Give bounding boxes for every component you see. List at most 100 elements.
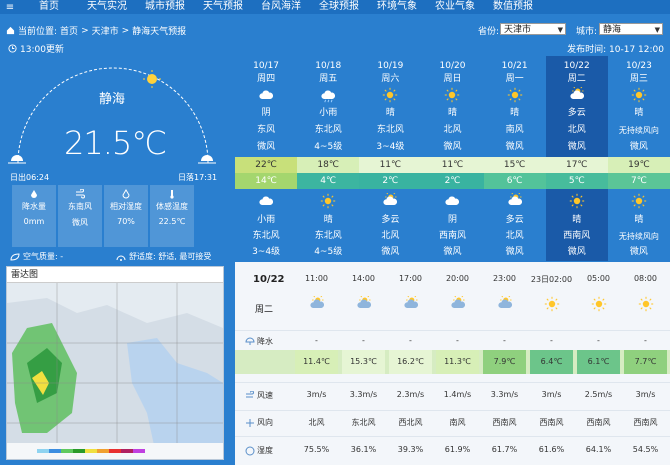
- day-weather: 晴: [634, 108, 644, 118]
- hour-wind-speed: 3.3m/s: [490, 390, 519, 399]
- day-wind: 微风: [567, 142, 586, 152]
- high-temp: 18℃: [297, 157, 360, 173]
- wind-direction-icon: [246, 418, 254, 427]
- day-wind: 3~4级: [376, 142, 405, 152]
- forecast-day-10-20[interactable]: 10/20 周日 晴 北风 微风 11℃ 2℃ 阴 西南风 微风: [421, 56, 484, 261]
- province-select[interactable]: 天津市 ▼: [500, 23, 566, 35]
- sun-icon: [622, 296, 669, 312]
- high-temp: 17℃: [545, 157, 608, 173]
- hour-temp: 6.1℃: [577, 350, 620, 374]
- nav-environment[interactable]: 环境气象: [368, 0, 426, 14]
- forecast-date: 10/19: [377, 61, 404, 71]
- forecast-date: 10/17: [253, 61, 280, 71]
- hour-wind-speed: 1.4m/s: [443, 390, 472, 399]
- hour-precip: -: [644, 336, 647, 345]
- partly-cloudy-icon: [481, 296, 528, 312]
- card-label: 降水量: [22, 202, 46, 211]
- day-wind: 微风: [629, 142, 648, 152]
- top-nav: ≡ 首页 天气实况 城市预报 天气预报 台风海洋 全球预报 环境气象 农业气象 …: [0, 0, 670, 14]
- low-temp: 6℃: [483, 173, 546, 189]
- nav-city-forecast[interactable]: 城市预报: [136, 0, 194, 14]
- forecast-day-10-19[interactable]: 10/19 周六 晴 东北风 3~4级 11℃ 2℃ 多云 北风 微风: [359, 56, 422, 261]
- high-temp: 11℃: [421, 157, 484, 173]
- city-select[interactable]: 静海 ▼: [599, 23, 663, 35]
- forecast-date: 10/20: [439, 61, 466, 71]
- hour-temp: 15.3℃: [342, 350, 385, 374]
- hour-wind-dir: 西北风: [398, 418, 423, 427]
- comfort-text: 舒适度: 舒适, 最可接受: [129, 252, 212, 261]
- nav-live[interactable]: 天气实况: [78, 0, 136, 14]
- forecast-day-10-23[interactable]: 10/23 周三 晴 无持续风向 微风 19℃ 7℃ 晴 无持续风向 微风: [607, 56, 670, 261]
- hour-precip: -: [550, 336, 553, 345]
- hour-wind-dir: 西南风: [539, 418, 564, 427]
- hour-wind-dir: 西南风: [492, 418, 517, 427]
- breadcrumb: 当前位置: 首页 > 天津市 > 静海天气预报: [6, 24, 186, 37]
- chevron-down-icon: ▼: [557, 26, 563, 34]
- hourly-forecast: 10/22 周二 降水 气温 风速 风向 湿度 11:00 - 11.4℃ 3m…: [235, 262, 670, 465]
- air-quality-text: 空气质量: -: [23, 252, 64, 261]
- humidity-label: 湿度: [257, 446, 273, 455]
- low-temp: 2℃: [421, 173, 484, 189]
- card-label: 相对湿度: [110, 202, 142, 211]
- day-weather: 多云: [567, 108, 586, 118]
- hour-wind-speed: 3m/s: [541, 390, 562, 399]
- day-wind-dir: 无持续风向: [618, 126, 659, 135]
- partly-cloudy-icon: [359, 191, 421, 211]
- forecast-day-10-18[interactable]: 10/18 周五 小雨 东北风 4~5级 18℃ 4℃ 晴 东北风 4~5级: [297, 56, 360, 261]
- high-temp: 22℃: [235, 157, 298, 173]
- hour-humidity: 64.1%: [585, 445, 612, 454]
- card-value: 70%: [117, 217, 135, 226]
- sun-icon: [575, 296, 622, 312]
- nav-weather-forecast[interactable]: 天气预报: [194, 0, 252, 14]
- night-wind-dir: 无持续风向: [618, 232, 659, 241]
- forecast-date: 10/23: [625, 61, 652, 71]
- hour-temp: 6.4℃: [530, 350, 573, 374]
- sun-icon: [546, 191, 608, 211]
- hour-temp: 11.4℃: [295, 350, 338, 374]
- hour-precip: -: [503, 336, 506, 345]
- nav-home[interactable]: 首页: [20, 0, 78, 14]
- nav-agriculture[interactable]: 农业气象: [426, 0, 484, 14]
- partly-cloudy-icon: [434, 296, 481, 312]
- forecast-weekday: 周五: [319, 74, 338, 84]
- hour-wind-dir: 东北风: [351, 418, 376, 427]
- forecast-day-10-21[interactable]: 10/21 周一 晴 南风 微风 15℃ 6℃ 多云 北风 微风: [483, 56, 546, 261]
- day-wind-dir: 北风: [443, 125, 462, 135]
- breadcrumb-sep: >: [81, 25, 89, 36]
- forecast-day-10-17[interactable]: 10/17 周四 阴 东风 微风 22℃ 14℃ 小雨 东北风 3~4级: [235, 56, 298, 261]
- forecast-weekday: 周六: [381, 74, 400, 84]
- city-value: 静海: [603, 25, 622, 35]
- hour-wind-speed: 3.3m/s: [349, 390, 378, 399]
- umbrella-icon: [245, 337, 255, 345]
- high-temp: 19℃: [607, 157, 670, 173]
- breadcrumb-province[interactable]: 天津市: [92, 24, 119, 37]
- night-weather: 晴: [323, 215, 333, 225]
- sunset-time: 日落17:31: [178, 173, 218, 182]
- cloud-rain-icon: [297, 86, 359, 104]
- cloud-icon: [235, 191, 297, 211]
- wind-speed-label: 风速: [257, 391, 273, 400]
- radar-panel[interactable]: 雷达图: [6, 266, 224, 460]
- low-temp: 14℃: [235, 173, 298, 189]
- card-value: 0mm: [23, 217, 45, 226]
- update-time: 13:00更新: [8, 42, 64, 55]
- hour-time: 20:00: [445, 274, 470, 283]
- current-temp: 21.5℃: [64, 124, 167, 162]
- current-cards: 降水量 0mm 东南风 微风 相对湿度 70% 体感温度 22.5℃: [12, 185, 194, 247]
- update-time-text: 13:00更新: [20, 45, 64, 55]
- nav-typhoon[interactable]: 台风海洋: [252, 0, 310, 14]
- nav-numeric[interactable]: 数值预报: [484, 0, 542, 14]
- row-divider: [235, 382, 670, 383]
- menu-icon[interactable]: ≡: [0, 2, 20, 13]
- forecast-day-10-22[interactable]: 10/22 周二 多云 北风 微风 17℃ 5℃ 晴 西南风 微风: [545, 56, 608, 261]
- card-label: 东南风: [68, 202, 92, 211]
- comfort-index: 舒适度: 舒适, 最可接受: [116, 251, 211, 262]
- nav-global[interactable]: 全球预报: [310, 0, 368, 14]
- humidity-icon: [122, 189, 130, 199]
- breadcrumb-home[interactable]: 首页: [60, 24, 78, 37]
- night-wind-dir: 西南风: [563, 231, 591, 241]
- day-weather: 晴: [385, 108, 395, 118]
- wind-dir-label: 风向: [257, 418, 273, 427]
- day-weather: 小雨: [319, 108, 338, 118]
- city-label: 城市:: [576, 27, 598, 37]
